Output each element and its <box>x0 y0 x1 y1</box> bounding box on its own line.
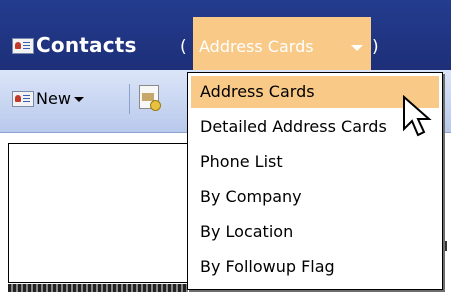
new-contact-icon <box>12 91 34 107</box>
print-icon <box>139 85 161 111</box>
chevron-down-icon[interactable] <box>74 97 84 102</box>
menu-item-by-location[interactable]: By Location <box>191 216 439 248</box>
chevron-down-icon <box>351 45 363 51</box>
view-menu: Address Cards Detailed Address Cards Pho… <box>187 72 443 290</box>
card-edge <box>8 284 188 292</box>
paren-open: ( <box>180 37 187 57</box>
print-button[interactable] <box>136 82 166 114</box>
new-button-label: New <box>36 89 71 108</box>
menu-item-detailed-address-cards[interactable]: Detailed Address Cards <box>191 111 439 143</box>
contacts-card-icon <box>12 38 34 54</box>
folder-title-bar: Contacts ( Address Cards ) <box>0 0 451 72</box>
toolbar-separator <box>129 84 130 114</box>
current-view-label: Address Cards <box>199 37 314 56</box>
menu-item-by-company[interactable]: By Company <box>191 181 439 213</box>
new-button[interactable]: New <box>8 84 136 114</box>
paren-close: ) <box>372 37 379 57</box>
menu-item-address-cards[interactable]: Address Cards <box>191 76 439 108</box>
contacts-window: Contacts ( Address Cards ) New Address C… <box>0 0 451 292</box>
divider <box>445 241 447 251</box>
folder-title: Contacts <box>36 33 137 57</box>
address-card[interactable] <box>8 143 188 283</box>
menu-item-phone-list[interactable]: Phone List <box>191 146 439 178</box>
menu-item-by-followup-flag[interactable]: By Followup Flag <box>191 251 439 283</box>
current-view-dropdown[interactable]: Address Cards <box>193 17 371 72</box>
